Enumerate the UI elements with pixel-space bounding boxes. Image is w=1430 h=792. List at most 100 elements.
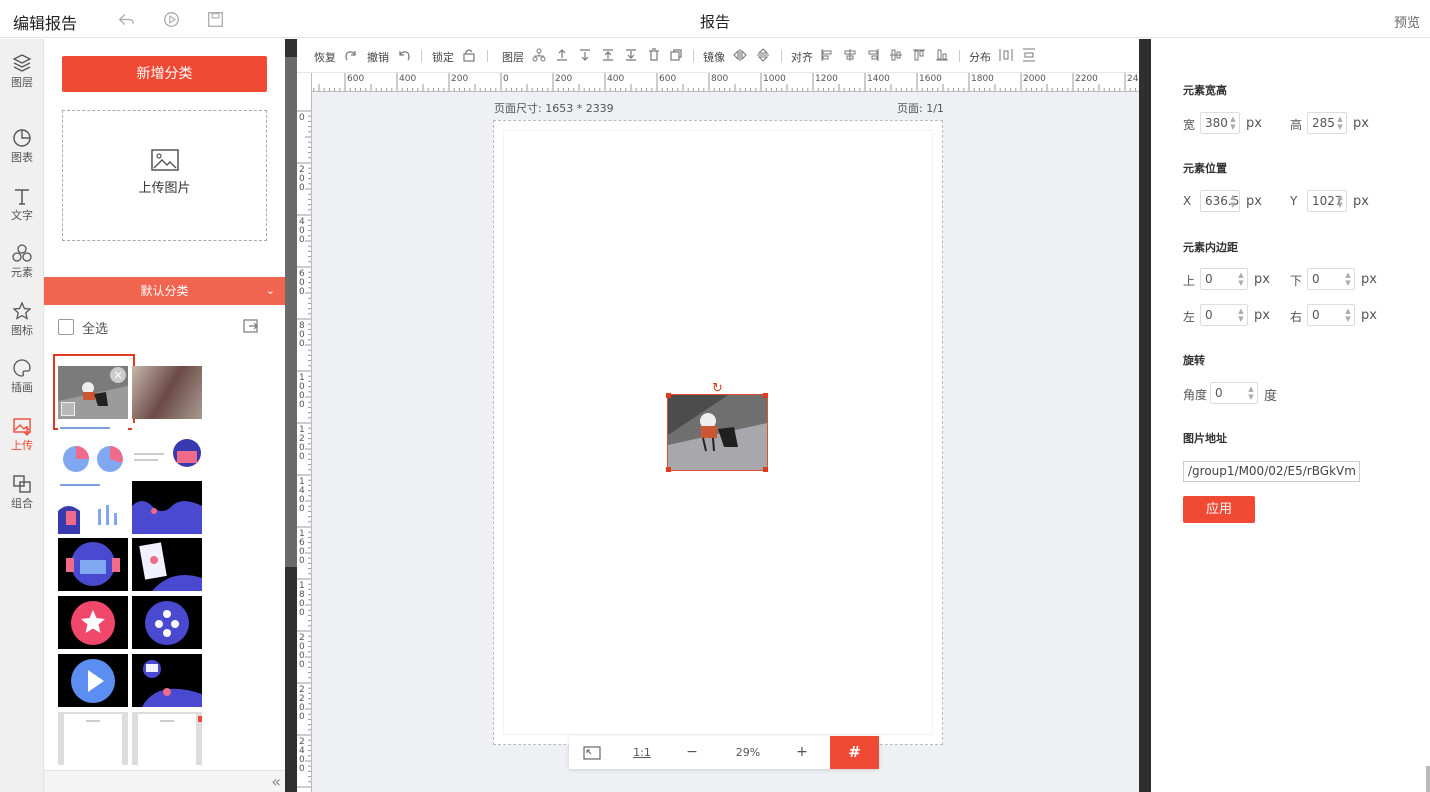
align-right-icon[interactable] [866,48,880,62]
lock-button[interactable]: 锁定 [432,49,454,65]
image-thumb-person[interactable] [58,538,128,591]
redo-icon[interactable] [344,48,358,62]
rail-item-charts[interactable]: 图表 [0,122,44,174]
image-thumb-dots[interactable] [132,596,202,649]
grid-toggle-button[interactable]: # [830,736,879,769]
align-middle-icon[interactable] [889,48,903,62]
image-thumb-astronaut[interactable] [132,654,202,707]
ruler-tick-label: 1000 [299,373,305,410]
apply-button[interactable]: 应用 [1183,496,1255,523]
mirror-label: 镜像 [703,51,725,64]
align-top-icon[interactable] [912,48,926,62]
resize-handle-tr[interactable] [763,393,768,398]
rail-item-layers[interactable]: 图层 [0,47,44,99]
padding-top-input[interactable]: 0 ▲ ▼ [1200,268,1248,290]
collapse-panel-bar[interactable]: « [44,770,285,792]
padding-bottom-input[interactable]: 0 ▲ ▼ [1307,268,1355,290]
save-icon[interactable] [207,11,224,28]
back-icon[interactable] [118,11,135,28]
actual-size-button[interactable]: 1:1 [619,736,665,769]
align-bottom-icon[interactable] [935,48,949,62]
flip-vertical-icon[interactable] [756,48,770,62]
play-icon[interactable] [163,11,180,28]
select-all-checkbox[interactable] [58,319,74,335]
dots-badge [132,596,202,649]
rail-item-upload[interactable]: 上传 [0,410,44,462]
layer-label: 图层 [502,51,524,64]
panel-scrollbar-thumb[interactable] [285,57,297,567]
page-number-label: 页面: 1/1 [897,102,944,115]
export-icon[interactable] [243,318,259,334]
y-input[interactable]: 1027 ▲ ▼ [1307,190,1347,212]
new-category-button[interactable]: 新增分类 [62,56,267,92]
astronaut-illustration [132,654,202,707]
rail-item-text[interactable]: 文字 [0,180,44,232]
image-thumb-wave[interactable] [132,481,202,534]
rail-item-group[interactable]: 组合 [0,468,44,520]
zoom-out-button[interactable]: − [669,736,715,769]
image-thumb-card[interactable] [132,538,202,591]
card-illustration [132,538,202,591]
rail-item-icons[interactable]: 图标 [0,295,44,347]
bring-forward-icon[interactable] [555,48,569,62]
ruler-tick-label: 200 [451,74,469,84]
bring-to-front-icon[interactable] [601,48,615,62]
image-thumb-doc-1[interactable] [58,712,128,765]
report-bar-thumb [58,481,128,534]
stepper-icon: ▲ ▼ [1345,307,1351,323]
group-icon [13,475,31,493]
distribute-vertical-icon[interactable] [1022,48,1036,62]
zoom-in-button[interactable]: + [779,736,825,769]
resize-handle-tl[interactable] [666,393,671,398]
image-thumb-doc-2[interactable] [132,712,202,765]
stepper-icon: ▲ ▼ [1248,385,1254,401]
lock-icon[interactable] [462,48,476,62]
properties-scrollbar[interactable] [1426,766,1430,792]
delete-icon[interactable] [647,48,661,62]
page-size-label: 页面尺寸: 1653 * 2339 [494,102,614,115]
size-section-title: 元素宽高 [1183,84,1227,97]
rotate-handle-icon[interactable]: ↻ [712,381,723,396]
height-input[interactable]: 285 ▲ ▼ [1307,112,1347,134]
distribute-horizontal-icon[interactable] [999,48,1013,62]
panel-scrollbar[interactable] [285,39,297,792]
resize-handle-br[interactable] [763,467,768,472]
double-chevron-left-icon[interactable]: « [271,772,281,791]
ruler-tick-label: 600 [299,269,305,297]
x-input[interactable]: 636.5 ▲ ▼ [1200,190,1240,212]
send-backward-icon[interactable] [578,48,592,62]
redo-button[interactable]: 恢复 [314,49,336,65]
layer-tree-icon[interactable] [532,48,546,62]
align-left-icon[interactable] [820,48,834,62]
image-thumb-report-1[interactable] [58,423,128,476]
image-thumb-play[interactable] [58,654,128,707]
angle-input[interactable]: 0 ▲ ▼ [1210,382,1258,404]
canvas-scrollbar[interactable] [1139,39,1151,792]
ruler-tick-label: 1400 [867,74,890,84]
padding-right-input[interactable]: 0 ▲ ▼ [1307,304,1355,326]
padding-left-input[interactable]: 0 ▲ ▼ [1200,304,1248,326]
ruler-tick-label: 1800 [299,581,305,618]
image-thumb-report-3[interactable] [58,481,128,534]
category-dropdown[interactable]: 默认分类 ⌄ [44,277,285,305]
upload-image-dropzone[interactable]: 上传图片 [62,110,267,241]
align-center-h-icon[interactable] [843,48,857,62]
send-to-back-icon[interactable] [624,48,638,62]
undo-icon[interactable] [397,48,411,62]
flip-horizontal-icon[interactable] [733,48,747,62]
copy-icon[interactable] [669,48,683,62]
selected-image-outline [53,354,135,430]
image-thumb-blur[interactable] [132,366,202,419]
selected-image-element[interactable] [667,394,768,471]
preview-button[interactable]: 预览 [1394,12,1420,31]
image-thumb-report-2[interactable] [132,423,202,476]
fit-screen-icon[interactable] [569,736,615,769]
width-input[interactable]: 380 ▲ ▼ [1200,112,1240,134]
ruler-tick-label: 1000 [763,74,786,84]
rail-item-elements[interactable]: 元素 [0,237,44,289]
image-thumb-star[interactable] [58,596,128,649]
undo-button[interactable]: 撤销 [367,49,389,65]
image-url-input[interactable]: /group1/M00/02/E5/rBGkVm [1183,461,1360,482]
resize-handle-bl[interactable] [666,467,671,472]
rail-item-illustrations[interactable]: 插画 [0,352,44,404]
